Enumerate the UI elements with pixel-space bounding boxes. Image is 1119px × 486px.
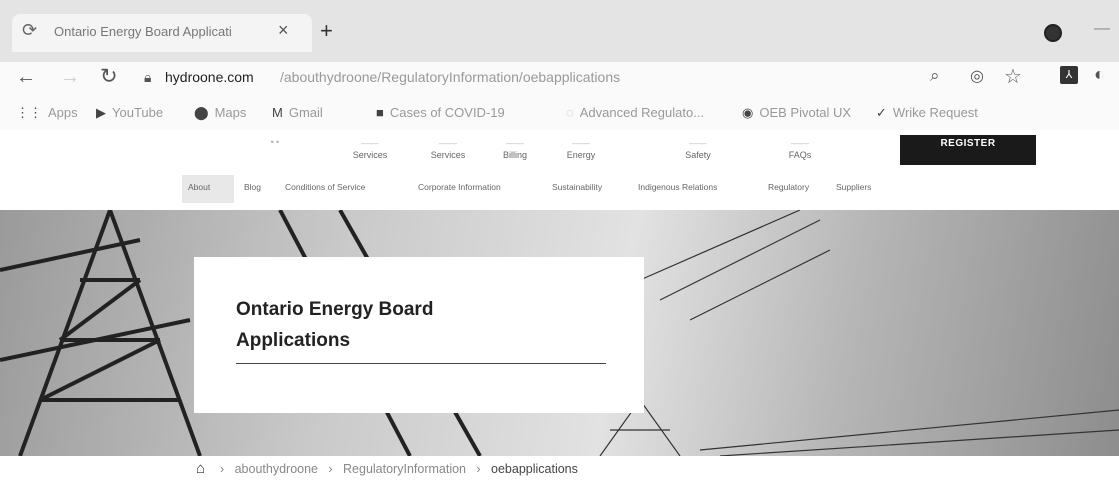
nav-safety[interactable]: —— Safety xyxy=(668,137,728,161)
site-logo[interactable]: ·· xyxy=(270,134,281,152)
youtube-icon: ▶ xyxy=(96,105,106,120)
subnav-blog[interactable]: Blog xyxy=(244,182,261,192)
bookmark-youtube[interactable]: ▶ YouTube xyxy=(96,105,163,121)
pdf-extension-icon[interactable]: ⅄ xyxy=(1060,66,1078,84)
bookmark-gmail[interactable]: M Gmail xyxy=(272,105,323,120)
tab-title[interactable]: Ontario Energy Board Applicati xyxy=(54,24,232,39)
nav-billing[interactable]: —— Billing xyxy=(490,137,540,161)
back-icon[interactable]: ← xyxy=(16,66,36,89)
globe-icon: ◌ xyxy=(566,105,574,120)
breadcrumb-sep: › xyxy=(328,462,333,476)
breadcrumb-sep: › xyxy=(220,462,225,476)
nav-business-services[interactable]: —— Services xyxy=(418,137,478,161)
apps-grid-icon: ⋮⋮ xyxy=(16,105,42,120)
nav-faqs[interactable]: —— FAQs xyxy=(770,137,830,161)
new-tab-icon[interactable]: + xyxy=(320,18,333,44)
subnav-suppliers[interactable]: Suppliers xyxy=(836,182,871,192)
subnav-regulatory[interactable]: Regulatory xyxy=(768,182,809,192)
bookmark-covid[interactable]: ■ Cases of COVID-19 xyxy=(376,105,505,120)
bookmark-maps[interactable]: ⬤ Maps xyxy=(194,105,246,121)
bookmark-oeb-pivotal[interactable]: ◉ OEB Pivotal UX xyxy=(742,105,851,121)
nav-residential-services[interactable]: —— Services xyxy=(340,137,400,161)
home-icon[interactable]: ⌂ xyxy=(196,460,205,477)
zoom-icon[interactable]: ⌕ xyxy=(930,66,940,86)
extension-icon[interactable]: ◐ xyxy=(1094,64,1105,85)
url-host[interactable]: hydroone.com xyxy=(165,69,254,85)
subnav-about[interactable]: About xyxy=(188,182,210,192)
bookmark-apps[interactable]: ⋮⋮ Apps xyxy=(16,105,78,121)
tab-favicon-icon: ⟳ xyxy=(22,20,38,40)
breadcrumb-sep: › xyxy=(476,462,481,476)
breadcrumb-regulatory-information[interactable]: RegulatoryInformation xyxy=(343,462,466,476)
chrome-icon: ◉ xyxy=(742,105,754,120)
forward-icon[interactable]: → xyxy=(60,66,80,89)
star-bookmark-icon[interactable]: ☆ xyxy=(1004,64,1022,89)
eye-slash-icon[interactable]: ◎ xyxy=(970,66,984,86)
url-path[interactable]: /abouthydroone/RegulatoryInformation/oeb… xyxy=(280,69,620,85)
nav-energy[interactable]: —— Energy xyxy=(556,137,606,161)
subnav-sustainability[interactable]: Sustainability xyxy=(552,182,602,192)
profile-icon[interactable] xyxy=(1044,24,1062,42)
wrike-icon: ✓ xyxy=(876,105,887,120)
breadcrumb: › abouthydroone › RegulatoryInformation … xyxy=(220,462,578,476)
bookmark-advanced-regulatory[interactable]: ◌ Advanced Regulato... xyxy=(566,105,704,120)
page-title: Ontario Energy Board Applications xyxy=(236,299,434,351)
minimize-icon[interactable]: — xyxy=(1094,20,1110,38)
register-button[interactable]: REGISTER xyxy=(900,135,1036,165)
title-underline xyxy=(236,363,606,364)
subnav-conditions-of-service[interactable]: Conditions of Service xyxy=(285,182,365,192)
bookmark-icon: ■ xyxy=(376,105,384,120)
bookmark-wrike[interactable]: ✓ Wrike Request xyxy=(876,105,978,121)
subnav-indigenous-relations[interactable]: Indigenous Relations xyxy=(638,182,717,192)
subnav-corporate-information[interactable]: Corporate Information xyxy=(418,182,501,192)
breadcrumb-abouthydroone[interactable]: abouthydroone xyxy=(235,462,318,476)
maps-pin-icon: ⬤ xyxy=(194,105,209,120)
lock-icon: 🔒︎ xyxy=(144,69,152,85)
close-tab-icon[interactable]: × xyxy=(278,20,289,41)
reload-icon[interactable]: ↻ xyxy=(100,64,118,89)
breadcrumb-oebapplications: oebapplications xyxy=(491,462,578,476)
gmail-icon: M xyxy=(272,105,283,120)
